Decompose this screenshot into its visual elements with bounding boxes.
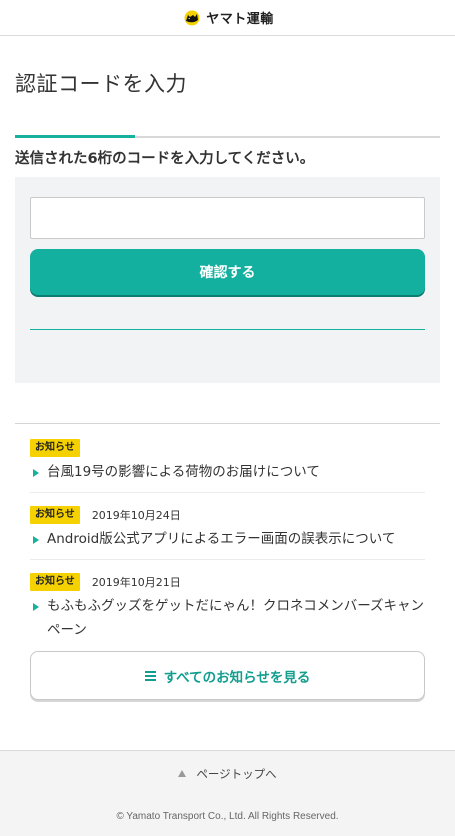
- news-title-link[interactable]: もふもふグッズをゲットだにゃん！クロネコメンバーズキャンペーン: [47, 594, 425, 642]
- arrow-right-icon: [33, 536, 39, 544]
- list-icon: [144, 670, 156, 681]
- site-header: ヤマト運輸: [0, 0, 455, 36]
- news-item[interactable]: お知らせ 2019年10月24日 Android版公式アプリによるエラー画面の誤…: [30, 505, 425, 560]
- news-badge: お知らせ: [30, 438, 80, 457]
- news-title-link[interactable]: 台風19号の影響による荷物のお届けについて: [47, 460, 320, 484]
- logo-text: ヤマト運輸: [206, 12, 274, 27]
- tab-bar-active: [15, 135, 135, 138]
- confirm-button[interactable]: 確認する: [30, 249, 425, 295]
- arrow-right-icon: [33, 603, 39, 611]
- triangle-up-icon: [178, 770, 187, 777]
- news-badge: お知らせ: [30, 505, 80, 524]
- news-title-row: Android版公式アプリによるエラー画面の誤表示について: [30, 531, 425, 551]
- news-meta: お知らせ 2019年10月24日: [30, 505, 425, 524]
- kuroneko-cat-icon: [184, 10, 200, 25]
- news-item[interactable]: お知らせ 2019年10月21日 もふもふグッズをゲットだにゃん！クロネコメンバ…: [30, 572, 425, 650]
- news-date: 2019年10月21日: [91, 575, 181, 589]
- yamato-logo[interactable]: ヤマト運輸: [181, 8, 274, 27]
- instruction-text: 送信された6桁のコードを入力してください。: [15, 151, 315, 167]
- copyright-text: © Yamato Transport Co., Ltd. All Rights …: [116, 810, 339, 822]
- section-divider: [15, 423, 440, 424]
- all-news-button[interactable]: すべてのお知らせを見る: [30, 651, 425, 700]
- progress-tab-bar: [15, 134, 440, 138]
- all-news-label: すべてのお知らせを見る: [163, 669, 311, 686]
- page-top-label: ページトップへ: [196, 766, 277, 781]
- page-title: 認証コードを入力: [15, 72, 187, 96]
- news-meta: お知らせ: [30, 438, 425, 457]
- news-meta: お知らせ 2019年10月21日: [30, 572, 425, 591]
- site-footer: © Yamato Transport Co., Ltd. All Rights …: [0, 796, 455, 836]
- news-list: お知らせ 台風19号の影響による荷物のお届けについて お知らせ 2019年10月…: [30, 438, 425, 650]
- news-badge: お知らせ: [30, 572, 80, 591]
- page-top-button[interactable]: ページトップへ: [0, 750, 455, 797]
- code-entry-panel: 確認する: [15, 177, 440, 383]
- panel-divider: [30, 329, 425, 330]
- news-title-row: もふもふグッズをゲットだにゃん！クロネコメンバーズキャンペーン: [30, 598, 425, 642]
- news-item[interactable]: お知らせ 台風19号の影響による荷物のお届けについて: [30, 438, 425, 493]
- news-title-row: 台風19号の影響による荷物のお届けについて: [30, 464, 425, 484]
- verification-code-input[interactable]: [30, 197, 425, 239]
- news-title-link[interactable]: Android版公式アプリによるエラー画面の誤表示について: [47, 527, 395, 551]
- arrow-right-icon: [33, 469, 39, 477]
- news-date: 2019年10月24日: [91, 508, 181, 522]
